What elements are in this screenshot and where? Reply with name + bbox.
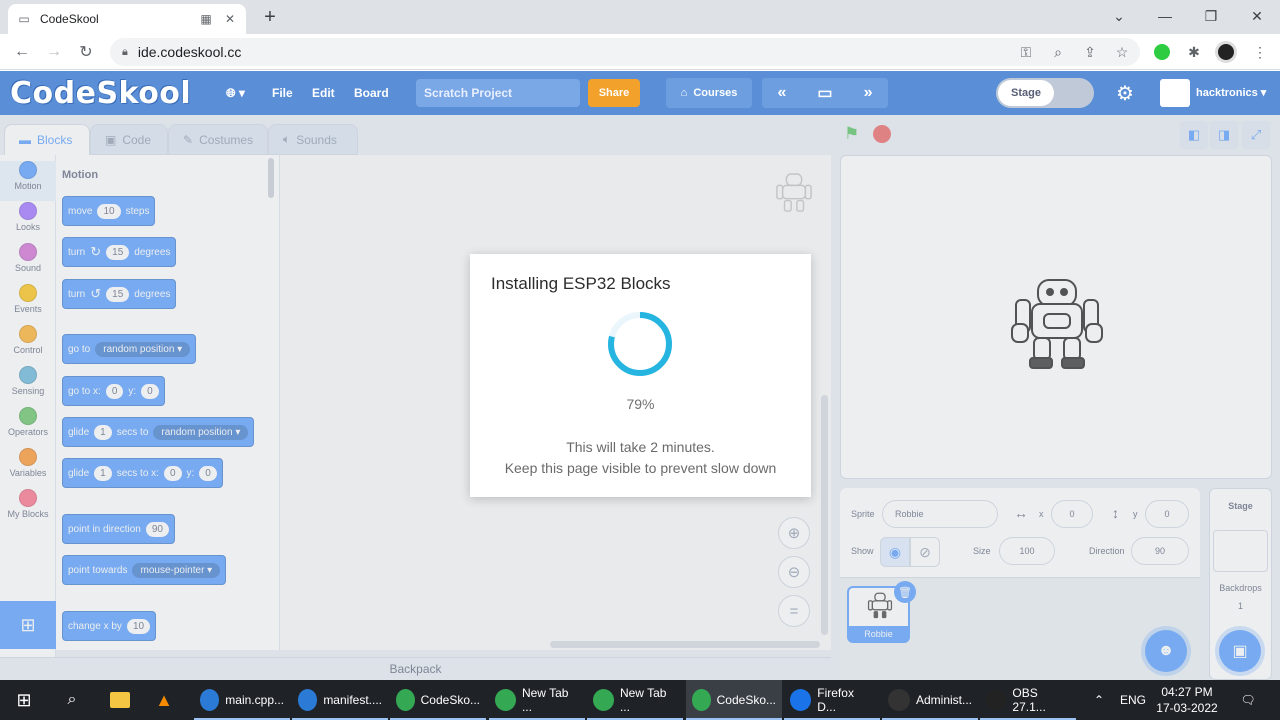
tab-search-icon[interactable]: ⌄	[1104, 4, 1134, 28]
taskbar-item[interactable]: OBS 27.1...	[980, 680, 1076, 720]
taskbar-item-label: New Tab ...	[619, 686, 667, 714]
taskbar-item-label: Firefox D...	[817, 686, 854, 714]
bookmark-star-icon[interactable]: ☆	[1110, 40, 1134, 64]
previous-double-chevron-icon[interactable]: «	[778, 84, 787, 102]
language-globe-icon[interactable]: 🌐︎ ▾	[226, 84, 245, 102]
url-text: ide.codeskool.cc	[137, 44, 242, 60]
codeskool-logo[interactable]: CodeSkool	[10, 76, 191, 111]
system-clock[interactable]: 04:27 PM 17-03-2022	[1152, 684, 1222, 716]
browser-menu-icon[interactable]: ⋮	[1248, 40, 1272, 64]
taskbar-item[interactable]: Administ...	[882, 680, 978, 720]
chrome-icon	[396, 689, 415, 711]
taskbar-item-label: CodeSko...	[420, 693, 480, 707]
taskbar-item-label: Administ...	[915, 693, 972, 707]
extension-green-icon[interactable]	[1150, 40, 1174, 64]
tab-title: CodeSkool	[40, 12, 99, 26]
profile-avatar[interactable]	[1214, 40, 1238, 64]
taskbar-item[interactable]: Firefox D...	[784, 680, 880, 720]
restore-button[interactable]: ❐	[1196, 4, 1226, 28]
settings-gear-icon[interactable]: ⚙	[1114, 82, 1136, 105]
vlc-icon[interactable]: ▲	[148, 680, 180, 720]
chrome-icon	[593, 689, 614, 711]
extensions-puzzle-icon[interactable]: ✱	[1182, 40, 1206, 64]
graduation-cap-icon: ⌂	[680, 87, 688, 99]
chrome-icon	[495, 689, 516, 711]
search-icon[interactable]: ⌕	[56, 680, 88, 720]
modal-message-line1: This will take 2 minutes.	[566, 439, 715, 455]
monitor-icon: ▭	[18, 12, 30, 26]
vscode-icon	[298, 689, 318, 711]
taskbar-item[interactable]: main.cpp...	[194, 680, 290, 720]
tab-grid-icon[interactable]: ▦	[198, 11, 214, 27]
stage-mode-label: Stage	[998, 80, 1054, 106]
clock-date: 17-03-2022	[1156, 701, 1218, 715]
book-icon[interactable]: ▭	[817, 83, 832, 103]
menu-file[interactable]: File	[272, 84, 293, 102]
obs-icon	[986, 689, 1007, 711]
taskbar-item-label: New Tab ...	[521, 686, 569, 714]
modal-message-line2: Keep this page visible to prevent slow d…	[504, 460, 777, 476]
next-double-chevron-icon[interactable]: »	[864, 84, 873, 102]
browser-tab[interactable]: ▭ CodeSkool ▦ ✕	[8, 4, 246, 34]
loading-spinner-icon	[608, 312, 672, 376]
taskbar-item-label: main.cpp...	[225, 693, 284, 707]
modal-title: Installing ESP32 Blocks	[491, 274, 671, 293]
project-title-input[interactable]: Scratch Project	[416, 79, 580, 107]
taskbar-item-label: manifest....	[323, 693, 382, 707]
language-indicator[interactable]: ENG	[1116, 680, 1150, 720]
tray-chevron-icon[interactable]: ⌃	[1088, 680, 1110, 720]
omnibox[interactable]: 🔒︎ ide.codeskool.cc	[110, 38, 1140, 66]
taskbar-item-label: OBS 27.1...	[1012, 686, 1046, 714]
key-icon[interactable]: ⚿	[1014, 40, 1038, 64]
terminal-icon	[888, 689, 910, 711]
stage-mode-toggle[interactable]: Stage	[996, 78, 1094, 108]
chrome-icon	[692, 689, 711, 711]
user-avatar[interactable]	[1160, 79, 1190, 107]
taskbar-item[interactable]: CodeSko...	[686, 680, 782, 720]
reload-button[interactable]: ↻	[74, 40, 98, 64]
course-nav-group: « ▭ »	[762, 78, 888, 108]
windows-start-icon[interactable]: ⊞	[6, 680, 42, 720]
taskbar-item[interactable]: New Tab ...	[587, 680, 683, 720]
taskbar-item-label: CodeSko...	[716, 693, 776, 707]
lock-icon: 🔒︎	[122, 45, 128, 58]
clock-time: 04:27 PM	[1161, 685, 1213, 699]
menu-board[interactable]: Board	[354, 84, 389, 102]
close-tab-icon[interactable]: ✕	[222, 11, 238, 27]
zoom-icon[interactable]: ⌕	[1046, 40, 1070, 64]
username: hacktronics	[1196, 87, 1258, 99]
forward-button[interactable]: →	[42, 40, 66, 64]
courses-label: Courses	[693, 87, 738, 99]
back-button[interactable]: ←	[10, 40, 34, 64]
username-menu[interactable]: hacktronics ▾	[1196, 86, 1266, 99]
taskbar-item[interactable]: CodeSko...	[390, 680, 486, 720]
share-button[interactable]: Share	[588, 79, 640, 107]
progress-percent: 79%	[626, 396, 655, 412]
close-window-button[interactable]: ✕	[1242, 4, 1272, 28]
courses-button[interactable]: ⌂ Courses	[666, 78, 752, 108]
notification-icon[interactable]: 🗨︎	[1234, 680, 1262, 720]
share-icon[interactable]: ⇪	[1078, 40, 1102, 64]
vscode-icon	[200, 689, 220, 711]
file-explorer-icon[interactable]	[104, 680, 136, 720]
menu-edit[interactable]: Edit	[312, 84, 335, 102]
minimize-button[interactable]: —	[1150, 4, 1180, 28]
taskbar-item[interactable]: manifest....	[292, 680, 388, 720]
firefox-icon	[790, 689, 812, 711]
new-tab-button[interactable]: +	[258, 6, 282, 28]
taskbar-item[interactable]: New Tab ...	[489, 680, 585, 720]
